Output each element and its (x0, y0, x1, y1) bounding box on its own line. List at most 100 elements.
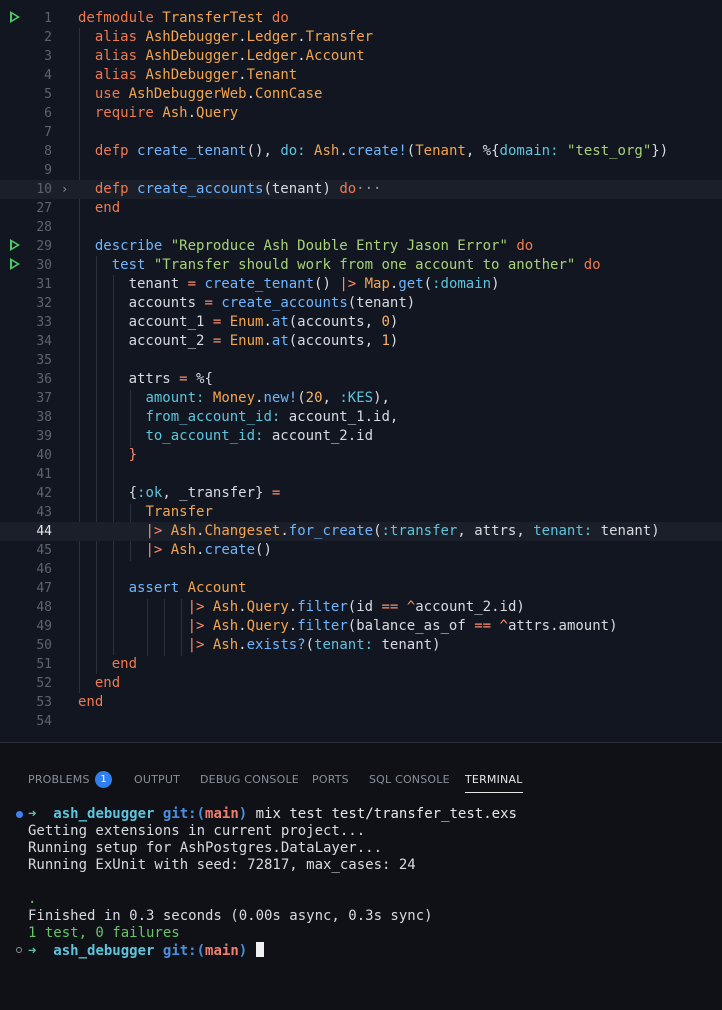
code-line[interactable]: 35 (0, 351, 722, 370)
run-test-icon[interactable] (10, 11, 20, 23)
code-text: alias AshDebugger.Tenant (94, 67, 298, 83)
code-line[interactable]: 49 |> Ash.Query.filter(balance_as_of == … (0, 617, 722, 636)
code-line[interactable]: 42 {:ok, _transfer} = (0, 484, 722, 503)
code-line[interactable]: 48 |> Ash.Query.filter(id == ^account_2.… (0, 598, 722, 617)
run-test-icon[interactable] (10, 239, 20, 251)
run-test-icon[interactable] (10, 258, 20, 270)
line-number: 6 (44, 106, 52, 121)
code-line[interactable]: 7 (0, 123, 722, 142)
code-line[interactable]: 4 alias AshDebugger.Tenant (0, 66, 722, 85)
code-line[interactable]: 46 (0, 560, 722, 579)
code-line[interactable]: 47 assert Account (0, 579, 722, 598)
folded-ellipsis[interactable]: ··· (356, 181, 381, 197)
code-text: Transfer (145, 504, 213, 520)
terminal-line: Running setup for AshPostgres.DataLayer.… (0, 840, 722, 857)
code-text: defmodule TransferTest do (78, 10, 289, 26)
code-text: end (78, 694, 104, 710)
code-text: |> Ash.exists?(tenant: tenant) (187, 637, 441, 653)
terminal-line: Running ExUnit with seed: 72817, max_cas… (0, 857, 722, 874)
code-editor[interactable]: 1 defmodule TransferTest do 2 alias AshD… (0, 0, 722, 742)
code-line[interactable]: 36 attrs = %{ (0, 370, 722, 389)
code-line[interactable]: 5 use AshDebuggerWeb.ConnCase (0, 85, 722, 104)
code-line[interactable]: 30 test "Transfer should work from one a… (0, 256, 722, 275)
terminal-cwd: ash_debugger (53, 943, 155, 959)
terminal-cwd: ash_debugger (53, 806, 155, 822)
command-status-dot-icon[interactable] (16, 811, 23, 818)
git-label: git:( (162, 943, 206, 959)
tab-debug-console[interactable]: DEBUG CONSOLE (200, 762, 299, 798)
line-number: 36 (36, 372, 52, 387)
code-line[interactable]: 32 accounts = create_accounts(tenant) (0, 294, 722, 313)
code-line[interactable]: 28 (0, 218, 722, 237)
tab-output[interactable]: OUTPUT (134, 762, 180, 798)
code-line[interactable]: 43 Transfer (0, 503, 722, 522)
code-line[interactable]: 29 describe "Reproduce Ash Double Entry … (0, 237, 722, 256)
line-number: 28 (36, 220, 52, 235)
tab-ports[interactable]: PORTS (312, 762, 349, 798)
tab-problems[interactable]: PROBLEMS (28, 762, 90, 798)
line-number: 2 (44, 30, 52, 45)
terminal-text: Getting extensions in current project... (28, 823, 366, 839)
git-branch: main (205, 943, 239, 959)
code-text: use AshDebuggerWeb.ConnCase (94, 86, 323, 102)
line-number: 8 (44, 144, 52, 159)
tab-sql-console[interactable]: SQL CONSOLE (369, 762, 450, 798)
code-line[interactable]: 31 tenant = create_tenant() |> Map.get(:… (0, 275, 722, 294)
command-status-dot-icon[interactable] (16, 947, 22, 953)
line-number: 51 (36, 657, 52, 672)
terminal-command: mix test test/transfer_test.exs (255, 806, 517, 822)
git-label-close: ) (238, 806, 248, 822)
prompt-arrow-icon: ➜ (28, 943, 37, 959)
terminal-line-prompt[interactable]: ➜ ash_debugger git:(main) (0, 942, 722, 959)
code-line[interactable]: 9 (0, 161, 722, 180)
terminal-line: Finished in 0.3 seconds (0.00s async, 0.… (0, 908, 722, 925)
line-number: 10 (36, 182, 52, 197)
code-line[interactable]: 41 (0, 465, 722, 484)
code-line[interactable]: 27 end (0, 199, 722, 218)
chevron-right-icon[interactable]: › (61, 180, 68, 199)
code-line[interactable]: 39 to_account_id: account_2.id (0, 427, 722, 446)
code-line[interactable]: 34 account_2 = Enum.at(accounts, 1) (0, 332, 722, 351)
code-line[interactable]: 33 account_1 = Enum.at(accounts, 0) (0, 313, 722, 332)
code-text: alias AshDebugger.Ledger.Transfer (94, 29, 374, 45)
code-line[interactable]: 1 defmodule TransferTest do (0, 9, 722, 28)
line-number: 1 (44, 11, 52, 26)
terminal-text: Finished in 0.3 seconds (0.00s async, 0.… (28, 908, 433, 924)
code-line[interactable]: 38 from_account_id: account_1.id, (0, 408, 722, 427)
line-number: 42 (36, 486, 52, 501)
code-line[interactable]: 6 require Ash.Query (0, 104, 722, 123)
line-number: 33 (36, 315, 52, 330)
line-number: 29 (36, 239, 52, 254)
code-text: |> Ash.Query.filter(balance_as_of == ^at… (187, 618, 618, 634)
line-number: 41 (36, 467, 52, 482)
tab-terminal[interactable]: TERMINAL (465, 762, 523, 798)
code-text: account_1 = Enum.at(accounts, 0) (78, 314, 399, 330)
code-line[interactable]: 45 |> Ash.create() (0, 541, 722, 560)
line-number: 32 (36, 296, 52, 311)
code-line[interactable]: 51 end (0, 655, 722, 674)
code-text: to_account_id: account_2.id (145, 428, 374, 444)
code-line[interactable]: 52 end (0, 674, 722, 693)
code-line[interactable]: 50 |> Ash.exists?(tenant: tenant) (0, 636, 722, 655)
line-number: 35 (36, 353, 52, 368)
code-line[interactable]: 8 defp create_tenant(), do: Ash.create!(… (0, 142, 722, 161)
code-line[interactable]: 3 alias AshDebugger.Ledger.Account (0, 47, 722, 66)
code-line[interactable]: 54 (0, 712, 722, 731)
code-line[interactable]: 2 alias AshDebugger.Ledger.Transfer (0, 28, 722, 47)
code-line-folded[interactable]: 10 › defp create_accounts(tenant) do··· (0, 180, 722, 199)
code-line-current[interactable]: 44 |> Ash.Changeset.for_create(:transfer… (0, 522, 722, 541)
terminal-cursor (255, 942, 264, 957)
line-number: 52 (36, 676, 52, 691)
code-text: defp create_tenant(), do: Ash.create!(Te… (94, 143, 669, 159)
code-line[interactable]: 37 amount: Money.new!(20, :KES), (0, 389, 722, 408)
line-number: 43 (36, 505, 52, 520)
line-number: 3 (44, 49, 52, 64)
prompt-arrow-icon: ➜ (28, 806, 37, 822)
code-text: end (94, 675, 121, 691)
code-line[interactable]: 53 end (0, 693, 722, 712)
code-text: describe "Reproduce Ash Double Entry Jas… (94, 238, 534, 254)
code-text: end (111, 656, 138, 672)
code-line[interactable]: 40 } (0, 446, 722, 465)
code-text: } (128, 447, 138, 463)
